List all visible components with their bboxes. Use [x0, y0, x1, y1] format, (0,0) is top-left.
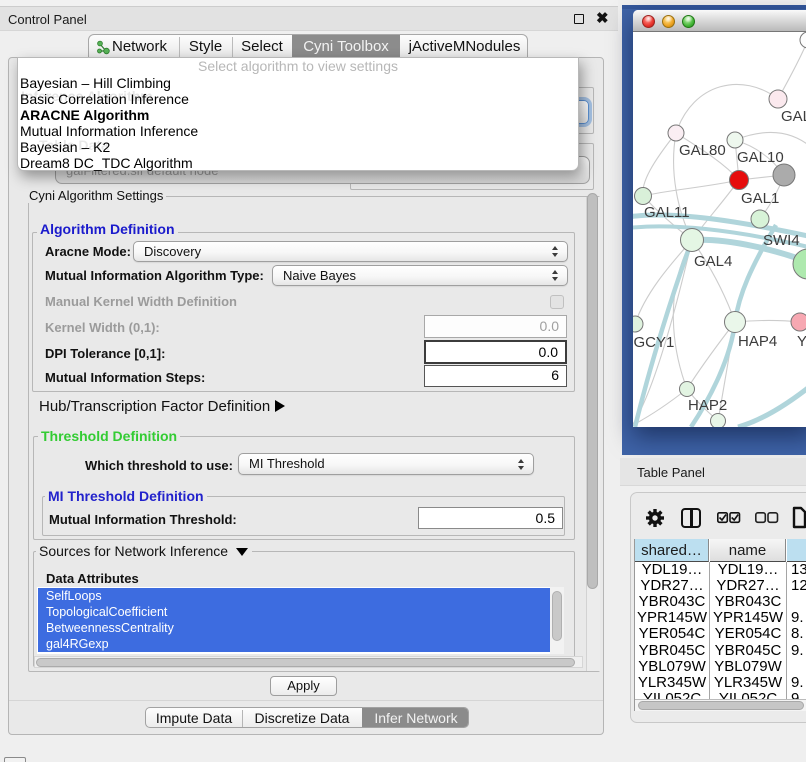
svg-text:GCY1: GCY1: [634, 334, 675, 351]
svg-text:GAL: GAL: [781, 108, 806, 125]
svg-text:GAL4: GAL4: [694, 253, 732, 270]
svg-text:Y: Y: [797, 333, 806, 350]
svg-text:HAP2: HAP2: [688, 397, 727, 414]
svg-text:GAL80: GAL80: [679, 142, 726, 159]
svg-text:GAL11: GAL11: [644, 204, 690, 221]
svg-text:HAP4: HAP4: [738, 333, 777, 350]
svg-text:GAL10: GAL10: [737, 149, 784, 166]
svg-text:SWI4: SWI4: [763, 232, 800, 249]
svg-text:GAL1: GAL1: [741, 190, 779, 207]
